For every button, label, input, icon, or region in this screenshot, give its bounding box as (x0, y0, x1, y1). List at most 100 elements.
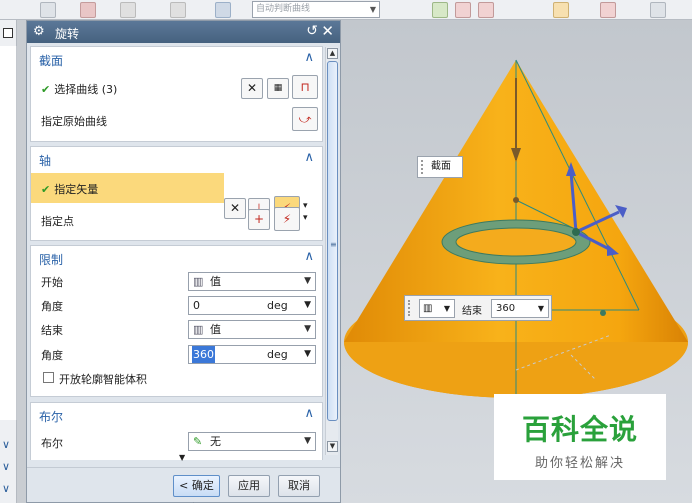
start-row: 开始 ▥ 值 ▼ (31, 270, 322, 294)
section-header[interactable]: 截面 ∧ (31, 47, 322, 71)
end-angle-row: 角度 360 deg ▼ (31, 342, 322, 368)
end-select[interactable]: ▥ 值 ▼ (188, 320, 316, 339)
axis-header[interactable]: 轴 ∧ (31, 147, 322, 171)
chevron-down-icon[interactable]: ∨ (2, 460, 10, 473)
no-boolean-icon: ✎ (193, 435, 203, 448)
scroll-up-icon[interactable]: ▲ (327, 48, 338, 59)
watermark-title: 百科全说 (521, 413, 638, 446)
curve-icon[interactable] (170, 2, 186, 18)
value-icon: ▥ (423, 303, 433, 314)
gear-icon: ⚙ (33, 24, 45, 39)
specify-vector-label: 指定矢量 (54, 183, 99, 196)
ok-button[interactable]: < 确定 > (173, 475, 220, 503)
start-select[interactable]: ▥ 值 ▼ (188, 272, 316, 291)
snap-icon[interactable] (40, 2, 56, 18)
section-title: 截面 (39, 54, 64, 68)
chevron-up-icon[interactable]: ∧ (304, 50, 314, 65)
snap-combo[interactable]: 自动判断曲线 ▼ (252, 1, 380, 18)
end-limit-control: ▥ ▼ 结束 360 ▼ (404, 295, 552, 321)
boolean-header[interactable]: 布尔 ∧ (31, 403, 322, 427)
apply-button[interactable]: 应用 (228, 475, 270, 497)
specify-point-label: 指定点 (41, 215, 74, 228)
boolean-row: 布尔 ✎ 无 ▼ (31, 427, 322, 453)
chevron-down-icon: ▼ (443, 304, 450, 313)
end-angle-input[interactable]: 360 deg ▼ (188, 345, 316, 364)
end-value-select[interactable]: 360 ▼ (491, 299, 549, 318)
chevron-down-icon[interactable]: ▼ (304, 346, 311, 363)
sketch-section-icon[interactable]: ⊓ (292, 75, 318, 99)
origin-curve-label: 指定原始曲线 (41, 115, 107, 128)
axis-panel: 轴 ∧ ✔指定矢量 ✕ ⊥ ⚡ ▾ 指定点 + ⚡ ▾ (30, 146, 323, 241)
grid-snap-icon[interactable] (432, 2, 448, 18)
center-snap-icon[interactable] (553, 2, 569, 18)
chevron-down-icon: ▼ (369, 5, 376, 14)
tangent-snap-icon[interactable] (478, 2, 494, 18)
scroll-thumb[interactable]: ≡ (327, 61, 338, 421)
end-row: 结束 ▥ 值 ▼ (31, 318, 322, 342)
expand-more-icon[interactable]: ▼ (179, 453, 185, 462)
open-profile-checkbox[interactable] (43, 372, 54, 383)
grip-icon: ≡ (330, 240, 337, 249)
dialog-titlebar: ⚙ 旋转 ↺ ✕ (27, 21, 340, 43)
origin-curve-row[interactable]: 指定原始曲线 ⤻ (31, 105, 322, 139)
limits-header[interactable]: 限制 ∧ (31, 246, 322, 270)
dialog-footer: < 确定 > 应用 取消 (27, 467, 340, 503)
open-profile-row: 开放轮廓智能体积 (31, 368, 322, 392)
chevron-down-icon[interactable]: ∨ (2, 482, 10, 495)
chevron-up-icon[interactable]: ∧ (304, 150, 314, 165)
deselect-icon[interactable]: ✕ (241, 78, 263, 99)
chevron-down-icon: ▼ (304, 276, 311, 286)
inferred-point-icon[interactable]: ⚡ (274, 207, 300, 231)
check-icon: ✔ (41, 83, 51, 96)
curve-rule-icon[interactable]: ▦ (267, 78, 289, 99)
end-handle[interactable] (600, 310, 606, 316)
point-dialog-icon[interactable]: + (248, 209, 270, 230)
cancel-button[interactable]: 取消 (278, 475, 320, 497)
select-curve-row[interactable]: ✔ 选择曲线 (3) ✕ ▦ ⊓ (31, 71, 322, 105)
limits-panel: 限制 ∧ 开始 ▥ 值 ▼ 角度 0 deg ▼ 结束 ▥ 值 ▼ 角度 360… (30, 245, 323, 397)
value-icon: ▥ (193, 275, 204, 288)
watermark: 百科全说 助你轻松解决 (494, 394, 666, 480)
intersect-snap-icon[interactable] (600, 2, 616, 18)
start-angle-value: 0 (193, 299, 200, 312)
dialog-title: 旋转 (55, 27, 80, 41)
end-tip-value: 360 (496, 303, 516, 314)
boolean-select[interactable]: ✎ 无 ▼ (188, 432, 316, 451)
specify-point-row[interactable]: 指定点 + ⚡ ▾ (31, 207, 322, 237)
face-icon[interactable] (80, 2, 96, 18)
end-label: 结束 (41, 324, 63, 337)
specify-vector-row[interactable]: ✔ 指定矢量 (31, 173, 224, 203)
chevron-down-icon[interactable]: ▼ (304, 297, 311, 314)
close-icon[interactable]: ✕ (321, 22, 334, 40)
value-icon: ▥ (193, 323, 204, 336)
ring-face[interactable] (441, 219, 591, 265)
grip-icon (408, 300, 412, 316)
end-angle-unit: deg (267, 348, 288, 361)
revolve-dialog: ⚙ 旋转 ↺ ✕ 截面 ∧ ✔ 选择曲线 (3) ✕ ▦ ⊓ 指定原始曲线 ⤻ 轴… (26, 20, 341, 503)
boolean-title: 布尔 (39, 410, 64, 424)
window-icon[interactable] (3, 28, 13, 38)
navigator-panel (0, 46, 17, 420)
start-angle-input[interactable]: 0 deg ▼ (188, 296, 316, 315)
reset-icon[interactable]: ↺ (306, 23, 318, 39)
origin-curve-icon[interactable]: ⤻ (292, 107, 318, 131)
view-icon[interactable] (650, 2, 666, 18)
start-angle-row: 角度 0 deg ▼ (31, 294, 322, 318)
section-tip: 截面 (417, 156, 463, 178)
end-select-value: 值 (210, 323, 221, 336)
chevron-down-icon: ▼ (537, 304, 544, 313)
select-icon[interactable] (215, 2, 231, 18)
point-icon[interactable] (120, 2, 136, 18)
chevron-up-icon[interactable]: ∧ (304, 406, 314, 421)
chevron-down-icon[interactable]: ∨ (2, 438, 10, 451)
grip-icon (421, 160, 425, 174)
dialog-scrollbar[interactable]: ▲ ≡ ▼ (325, 47, 338, 455)
chevron-up-icon[interactable]: ∧ (304, 249, 314, 264)
boolean-select-value: 无 (210, 435, 221, 448)
scroll-down-icon[interactable]: ▼ (327, 441, 338, 452)
top-toolbar: 自动判断曲线 ▼ (0, 0, 692, 20)
line-snap-icon[interactable] (455, 2, 471, 18)
chevron-down-icon[interactable]: ▾ (303, 213, 308, 223)
end-mode-select[interactable]: ▥ ▼ (419, 299, 455, 318)
chevron-down-icon: ▼ (304, 324, 311, 334)
